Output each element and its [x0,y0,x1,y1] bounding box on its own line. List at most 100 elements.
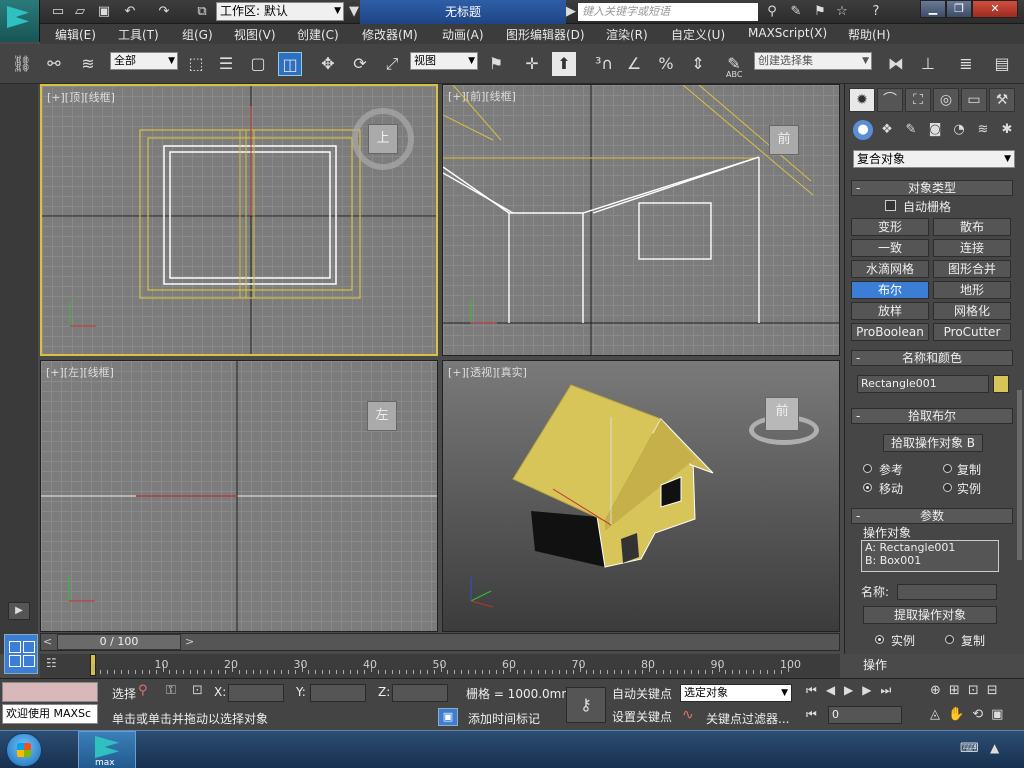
morph-button[interactable]: 变形 [851,218,929,236]
operand-name-field[interactable] [897,584,997,600]
rollout-name-color[interactable]: - 名称和颜色 [851,350,1013,366]
menu-view[interactable]: 视图(V) [234,26,276,43]
angle-snap-icon[interactable]: ∠ [622,52,646,76]
link-icon[interactable]: ⛓ [10,52,34,76]
tab-motion[interactable]: ◎ [933,88,959,112]
isolate-selection-icon[interactable]: ⚲ [138,683,148,698]
operand-a[interactable]: A: Rectangle001 [862,541,998,554]
favorites-star-icon[interactable]: ☆ [832,3,852,21]
new-file-icon[interactable]: ▭ [48,3,68,21]
goto-end-icon[interactable]: ⏭ [881,683,901,697]
boolean-button[interactable]: 布尔 [851,281,929,299]
viewcube[interactable]: 前 [765,397,799,431]
set-key-icon[interactable]: ⚷ [566,687,606,723]
workspace-dropdown[interactable]: 工作区: 默认 ▼ [216,2,344,21]
project-folder-icon[interactable]: ⧉ [192,3,212,21]
redo-icon[interactable]: ↷ [154,3,174,21]
time-tag-icon[interactable]: ▣ [438,708,458,726]
menu-graph-editors[interactable]: 图形编辑器(D) [506,26,585,43]
menu-create[interactable]: 创建(C) [297,26,339,43]
open-file-icon[interactable]: ▱ [70,3,90,21]
slider-next-icon[interactable]: > [185,635,194,648]
zoom-all-icon[interactable]: ⊞ [949,683,968,698]
cameras-icon[interactable]: ◙ [925,120,945,140]
blobmesh-button[interactable]: 水滴网格 [851,260,929,278]
minimize-button[interactable]: ▁ [920,0,946,18]
extract-operand-button[interactable]: 提取操作对象 [863,606,997,624]
procutter-button[interactable]: ProCutter [933,323,1011,341]
subscription-icon[interactable]: ⚑ [810,3,830,21]
operands-list[interactable]: A: Rectangle001 B: Box001 [861,540,999,572]
geometry-icon[interactable]: ● [853,120,873,140]
pan-hand-icon[interactable]: ✋ [948,707,972,722]
viewport-top[interactable]: [+][顶][线框] 上 [40,84,438,356]
add-time-tag[interactable]: 添加时间标记 [468,710,540,727]
slider-prev-icon[interactable]: < [43,635,52,648]
panel-scrollbar[interactable] [1017,390,1022,560]
help-icon[interactable]: ? [866,3,886,21]
named-selection-sets-dropdown[interactable]: 创建选择集 ▼ [754,52,872,70]
spinner-snap-icon[interactable]: ⇕ [686,52,710,76]
field-of-view-icon[interactable]: ◬ [930,707,948,722]
app-logo[interactable] [0,0,40,42]
object-category-dropdown[interactable]: 复合对象 ▼ [853,150,1015,168]
taskbar-3dsmax[interactable]: max [78,731,136,768]
viewport-left[interactable]: [+][左][线框] 左 [40,360,438,632]
zoom-icon[interactable]: ⊕ [930,683,949,698]
track-bar[interactable]: ☷ 10 20 30 40 50 60 70 80 90 100 [40,654,840,678]
menu-group[interactable]: 组(G) [182,26,213,43]
rollout-parameters[interactable]: - 参数 [851,508,1013,524]
maxscript-listener-white[interactable]: 欢迎使用 MAXSc [2,704,98,724]
extract-instance-radio[interactable] [875,635,884,644]
pivot-center-icon[interactable]: ⚑ [484,52,508,76]
zoom-extents-icon[interactable]: ⊡ [968,683,987,698]
terrain-button[interactable]: 地形 [933,281,1011,299]
menu-edit[interactable]: 编辑(E) [55,26,96,43]
scatter-button[interactable]: 散布 [933,218,1011,236]
percent-snap-icon[interactable]: % [654,52,678,76]
keyboard-shortcut-override-icon[interactable]: ⬆ [552,52,576,76]
snaps-toggle-icon[interactable]: ³∩ [592,52,616,76]
set-key-button[interactable]: 设置关键点 [612,708,672,725]
zoom-extents-all-icon[interactable]: ⊟ [987,683,1006,698]
menu-rendering[interactable]: 渲染(R) [606,26,648,43]
layer-manager-icon[interactable]: ≣ [954,52,978,76]
y-coordinate-field[interactable] [310,684,366,702]
rollout-pick-boolean[interactable]: - 拾取布尔 [851,408,1013,424]
viewport-front[interactable]: [+][前][线框] 前 [442,84,840,356]
object-color-swatch[interactable] [993,375,1009,393]
scale-icon[interactable]: ⤢ [380,52,404,76]
menu-modifiers[interactable]: 修改器(M) [362,26,418,43]
expand-arrow-icon[interactable]: ▶ [8,602,30,620]
rectangular-selection-icon[interactable]: ▢ [246,52,270,76]
tab-modify[interactable]: ⌒ [877,88,903,112]
keyboard-icon[interactable]: ⌨ [960,741,979,756]
helpers-icon[interactable]: ◔ [949,120,969,140]
close-button[interactable]: ✕ [972,0,1018,18]
shapemerge-button[interactable]: 图形合并 [933,260,1011,278]
menu-customize[interactable]: 自定义(U) [671,26,725,43]
connect-button[interactable]: 连接 [933,239,1011,257]
save-icon[interactable]: ▣ [94,3,114,21]
key-mode-dropdown[interactable]: 选定对象 ▼ [680,684,792,702]
wrench-icon[interactable]: ✎ [786,3,806,21]
mini-curve-editor-icon[interactable]: ☷ [46,656,70,674]
instance-radio[interactable] [943,483,952,492]
current-frame-field[interactable]: 0 [828,706,902,724]
maximize-button[interactable]: ❐ [946,0,972,18]
x-coordinate-field[interactable] [228,684,284,702]
align-icon[interactable]: ⊥ [916,52,940,76]
maximize-viewport-icon[interactable]: ▣ [991,707,1011,722]
mesher-button[interactable]: 网格化 [933,302,1011,320]
operand-b[interactable]: B: Box001 [862,554,998,567]
z-coordinate-field[interactable] [392,684,448,702]
select-manipulate-icon[interactable]: ✛ [520,52,544,76]
tab-hierarchy[interactable]: ⛶ [905,88,931,112]
menu-animation[interactable]: 动画(A) [442,26,484,43]
menu-maxscript[interactable]: MAXScript(X) [748,26,827,40]
tab-create[interactable]: ✹ [849,88,875,112]
object-name-field[interactable]: Rectangle001 [857,375,989,393]
select-object-icon[interactable]: ⬚ [184,52,208,76]
orbit-icon[interactable]: ⟲ [972,707,991,722]
tab-display[interactable]: ▭ [961,88,987,112]
